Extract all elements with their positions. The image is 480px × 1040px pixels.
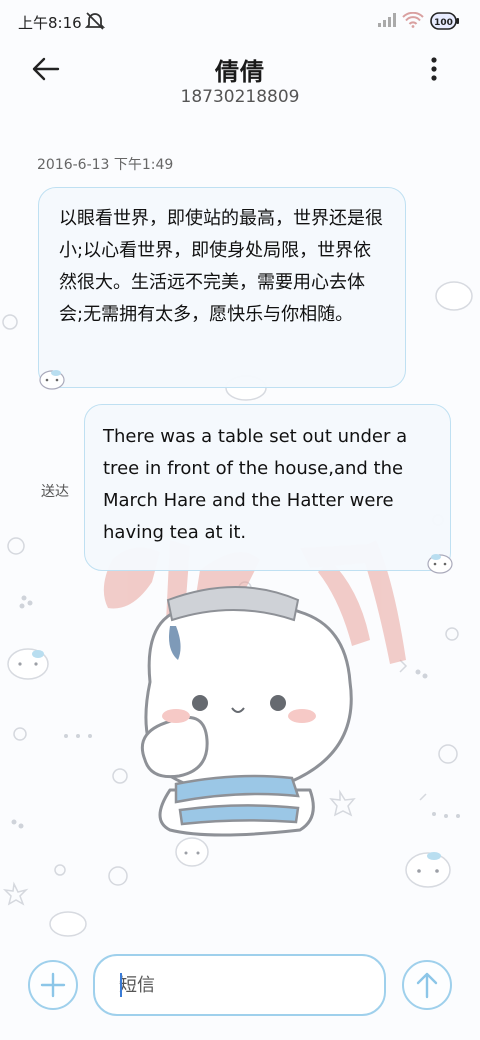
message-input-container[interactable] (93, 954, 386, 1016)
delivery-status: 送达 (41, 484, 69, 500)
outgoing-message-text: There was a table set out under a tree i… (103, 426, 408, 543)
incoming-message-text: 以眼看世界，即使站的最高，世界还是很小;以心看世界，即使身处局限，世界依然很大。… (59, 208, 383, 325)
status-bar: 上午8:16 100 (0, 0, 480, 40)
add-attachment-button[interactable] (28, 960, 78, 1010)
send-button[interactable] (402, 960, 452, 1010)
outgoing-message-bubble[interactable]: There was a table set out under a tree i… (84, 404, 451, 571)
signal-icon (378, 13, 396, 27)
message-timestamp: 2016-6-13 下午1:49 (37, 157, 174, 173)
contact-phone-number: 18730218809 (180, 87, 300, 107)
more-options-button[interactable] (422, 54, 446, 84)
incoming-message-bubble[interactable]: 以眼看世界，即使站的最高，世界还是很小;以心看世界，即使身处局限，世界依然很大。… (38, 187, 406, 388)
status-time: 上午8:16 (18, 14, 82, 32)
wifi-icon (402, 12, 424, 28)
add-icon (40, 972, 66, 998)
message-input[interactable] (119, 956, 374, 1014)
text-cursor (120, 973, 122, 997)
contact-name: 倩倩 (215, 58, 265, 86)
more-vertical-icon (431, 57, 437, 81)
bubble-cat-sticker-icon (427, 554, 453, 574)
send-arrow-icon (416, 972, 438, 999)
battery-icon: 100 (430, 12, 459, 30)
battery-level: 100 (434, 18, 453, 28)
bubble-cat-sticker-icon (39, 370, 65, 390)
do-not-disturb-icon (85, 12, 105, 30)
